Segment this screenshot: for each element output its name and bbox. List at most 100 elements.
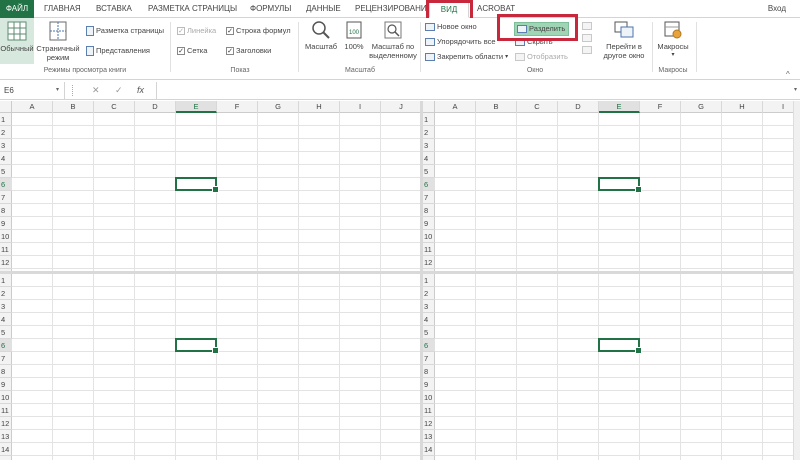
arrange-all-button[interactable]: Упорядочить все bbox=[425, 37, 496, 47]
row-header-5[interactable]: 5 bbox=[0, 165, 12, 178]
column-header-a[interactable]: A bbox=[435, 101, 476, 113]
row-header-11[interactable]: 11 bbox=[0, 404, 12, 417]
row-header-5[interactable]: 5 bbox=[423, 165, 435, 178]
column-header-b[interactable]: B bbox=[53, 101, 94, 113]
tab-insert[interactable]: ВСТАВКА bbox=[96, 0, 132, 18]
hide-button[interactable]: Скрыть bbox=[515, 37, 553, 47]
row-header-3[interactable]: 3 bbox=[423, 300, 435, 313]
pane-top-right[interactable]: ABCDEFGHIJ123456789101112 bbox=[423, 101, 793, 271]
active-cell-e6[interactable] bbox=[175, 338, 219, 354]
sign-in-link[interactable]: Вход bbox=[768, 0, 786, 18]
tab-file[interactable]: ФАЙЛ bbox=[0, 0, 34, 18]
row-header-13[interactable]: 13 bbox=[423, 430, 435, 443]
row-header-14[interactable]: 14 bbox=[423, 443, 435, 456]
row-header-2[interactable]: 2 bbox=[423, 126, 435, 139]
row-header-3[interactable]: 3 bbox=[0, 139, 12, 152]
column-header-g[interactable]: G bbox=[258, 101, 299, 113]
row-header-3[interactable]: 3 bbox=[0, 300, 12, 313]
row-header-1[interactable]: 1 bbox=[423, 113, 435, 126]
column-header-c[interactable]: C bbox=[517, 101, 558, 113]
row-header-11[interactable]: 11 bbox=[0, 243, 12, 256]
row-header-12[interactable]: 12 bbox=[423, 417, 435, 430]
row-header-7[interactable]: 7 bbox=[423, 191, 435, 204]
row-header-8[interactable]: 8 bbox=[423, 204, 435, 217]
pane-bottom-right[interactable]: 1 2 3 4 5 6 7 8 9 10 11 12 13 14 bbox=[423, 274, 793, 460]
column-header-e[interactable]: E bbox=[176, 101, 217, 113]
column-header-e[interactable]: E bbox=[599, 101, 640, 113]
tab-data[interactable]: ДАННЫЕ bbox=[306, 0, 341, 18]
column-header-c[interactable]: C bbox=[94, 101, 135, 113]
row-header-5[interactable]: 5 bbox=[0, 326, 12, 339]
zoom-button[interactable]: Масштаб bbox=[302, 20, 340, 64]
active-cell-e6[interactable] bbox=[598, 338, 642, 354]
vertical-split-bar[interactable] bbox=[420, 101, 423, 460]
row-header-12[interactable]: 12 bbox=[0, 417, 12, 430]
row-header-5[interactable]: 5 bbox=[423, 326, 435, 339]
row-header-1[interactable]: 1 bbox=[0, 274, 12, 287]
row-header-10[interactable]: 10 bbox=[423, 230, 435, 243]
row-header-8[interactable]: 8 bbox=[0, 204, 12, 217]
collapse-ribbon-icon[interactable]: ^ bbox=[786, 70, 790, 79]
row-header-1[interactable]: 1 bbox=[423, 274, 435, 287]
enter-icon[interactable]: ✓ bbox=[115, 82, 123, 99]
name-box-dropdown-icon[interactable]: ▾ bbox=[56, 82, 59, 99]
split-button[interactable]: Разделить bbox=[514, 22, 570, 36]
row-header-4[interactable]: 4 bbox=[0, 313, 12, 326]
zoom-selection-button[interactable]: Масштаб по выделенному bbox=[368, 20, 418, 66]
column-header-h[interactable]: H bbox=[722, 101, 763, 113]
row-header-9[interactable]: 9 bbox=[0, 378, 12, 391]
new-window-button[interactable]: Новое окно bbox=[425, 22, 477, 32]
column-header-i[interactable]: I bbox=[763, 101, 793, 113]
row-header-11[interactable]: 11 bbox=[423, 243, 435, 256]
pane-top-left[interactable]: A B C D E F G H I J 1 2 3 4 5 6 7 8 9 10 11 12 bbox=[0, 101, 420, 271]
row-header-9[interactable]: 9 bbox=[423, 378, 435, 391]
row-header-6[interactable]: 6 bbox=[0, 178, 12, 191]
unhide-button[interactable]: Отобразить bbox=[515, 52, 568, 62]
insert-function-icon[interactable]: fx bbox=[137, 82, 144, 99]
tab-review[interactable]: РЕЦЕНЗИРОВАНИЕ bbox=[355, 0, 432, 18]
row-header-4[interactable]: 4 bbox=[0, 152, 12, 165]
row-header-10[interactable]: 10 bbox=[423, 391, 435, 404]
row-header-6[interactable]: 6 bbox=[0, 339, 12, 352]
row-header-7[interactable]: 7 bbox=[0, 191, 12, 204]
sync-scroll-icon[interactable] bbox=[582, 34, 592, 42]
headings-checkbox[interactable]: ✓ Заголовки bbox=[226, 46, 271, 56]
expand-formula-bar-icon[interactable]: ▾ bbox=[794, 82, 797, 99]
column-header-i[interactable]: I bbox=[340, 101, 381, 113]
row-header-12[interactable]: 12 bbox=[0, 256, 12, 269]
column-header-d[interactable]: D bbox=[135, 101, 176, 113]
cell-grid[interactable] bbox=[12, 274, 420, 460]
reset-position-icon[interactable] bbox=[582, 46, 592, 54]
select-all-corner[interactable] bbox=[423, 101, 435, 113]
tab-view[interactable]: ВИД bbox=[429, 0, 469, 18]
row-header-10[interactable]: 10 bbox=[0, 391, 12, 404]
row-header-2[interactable]: 2 bbox=[423, 287, 435, 300]
tab-page-layout[interactable]: РАЗМЕТКА СТРАНИЦЫ bbox=[148, 0, 237, 18]
macros-button[interactable]: Макросы ▾ bbox=[655, 20, 691, 64]
column-header-d[interactable]: D bbox=[558, 101, 599, 113]
row-header-7[interactable]: 7 bbox=[0, 352, 12, 365]
column-header-f[interactable]: F bbox=[640, 101, 681, 113]
gridlines-checkbox[interactable]: ✓ Сетка bbox=[177, 46, 207, 56]
vertical-scrollbar[interactable] bbox=[793, 101, 800, 460]
cell-grid[interactable] bbox=[435, 274, 793, 460]
cell-grid[interactable] bbox=[12, 113, 420, 271]
row-header-7[interactable]: 7 bbox=[423, 352, 435, 365]
row-header-8[interactable]: 8 bbox=[0, 365, 12, 378]
row-header-10[interactable]: 10 bbox=[0, 230, 12, 243]
row-header-3[interactable]: 3 bbox=[423, 139, 435, 152]
row-header-11[interactable]: 11 bbox=[423, 404, 435, 417]
row-header-13[interactable]: 13 bbox=[0, 430, 12, 443]
row-header-12[interactable]: 12 bbox=[423, 256, 435, 269]
column-header-h[interactable]: H bbox=[299, 101, 340, 113]
active-cell-e6[interactable] bbox=[175, 177, 219, 193]
column-header-j[interactable]: J bbox=[381, 101, 420, 113]
row-header-6[interactable]: 6 bbox=[423, 178, 435, 191]
page-break-view-button[interactable]: Страничный режим bbox=[35, 18, 81, 64]
normal-view-button[interactable]: Обычный bbox=[0, 18, 34, 64]
row-header-9[interactable]: 9 bbox=[0, 217, 12, 230]
row-header-2[interactable]: 2 bbox=[0, 126, 12, 139]
zoom-100-button[interactable]: 100 100% bbox=[342, 20, 366, 64]
page-layout-view-button[interactable]: Разметка страницы bbox=[86, 26, 164, 36]
pane-bottom-left[interactable]: 1 2 3 4 5 6 7 8 9 10 11 12 13 14 bbox=[0, 274, 420, 460]
